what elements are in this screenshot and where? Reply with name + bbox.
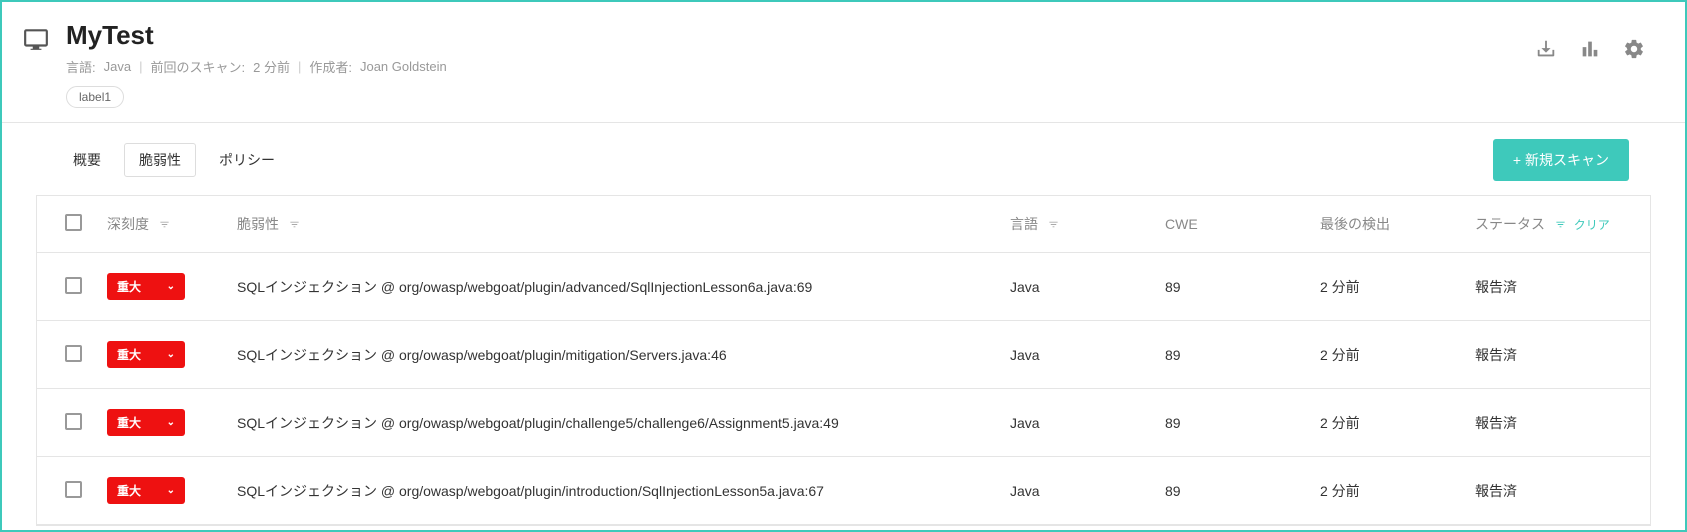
page-title: MyTest (66, 20, 1535, 51)
label-chip[interactable]: label1 (66, 86, 124, 108)
filter-icon[interactable] (1048, 217, 1059, 233)
chart-icon[interactable] (1579, 38, 1601, 65)
severity-text: 重大 (117, 414, 141, 431)
monitor-icon (22, 26, 50, 57)
vuln-cell[interactable]: SQLインジェクション @ org/owasp/webgoat/plugin/i… (227, 457, 1000, 525)
filter-icon[interactable] (1555, 217, 1566, 233)
col-severity[interactable]: 深刻度 (97, 196, 227, 253)
new-scan-button[interactable]: + 新規スキャン (1493, 139, 1629, 181)
status-cell: 報告済 (1465, 253, 1650, 321)
clear-filter-link[interactable]: クリア (1574, 218, 1610, 232)
severity-text: 重大 (117, 346, 141, 363)
gear-icon[interactable] (1623, 38, 1645, 65)
vuln-table-wrap: 深刻度 脆弱性 言語 CWE 最後の検出 ステータス (36, 195, 1651, 526)
tab-policy[interactable]: ポリシー (204, 143, 290, 177)
col-vuln-label: 脆弱性 (237, 216, 279, 232)
filter-icon[interactable] (159, 217, 170, 233)
chevron-down-icon: ⌄ (167, 417, 175, 428)
meta-sep: | (139, 59, 142, 74)
last-cell: 2 分前 (1310, 321, 1465, 389)
meta-sep: | (298, 59, 301, 74)
page-header: MyTest 言語: Java | 前回のスキャン: 2 分前 | 作成者: J… (2, 2, 1685, 122)
meta-lang-value: Java (104, 59, 131, 74)
col-severity-label: 深刻度 (107, 216, 149, 232)
row-checkbox[interactable] (65, 277, 82, 294)
vuln-cell[interactable]: SQLインジェクション @ org/owasp/webgoat/plugin/m… (227, 321, 1000, 389)
filter-icon[interactable] (289, 217, 300, 233)
meta-author-label: 作成者: (309, 57, 352, 76)
severity-text: 重大 (117, 482, 141, 499)
col-cwe[interactable]: CWE (1155, 196, 1310, 253)
label-row: label1 (66, 86, 1535, 108)
header-main: MyTest 言語: Java | 前回のスキャン: 2 分前 | 作成者: J… (66, 20, 1535, 108)
lang-cell: Java (1000, 253, 1155, 321)
col-cwe-label: CWE (1165, 216, 1198, 232)
status-cell: 報告済 (1465, 389, 1650, 457)
header-actions (1535, 38, 1645, 65)
vuln-cell[interactable]: SQLインジェクション @ org/owasp/webgoat/plugin/c… (227, 389, 1000, 457)
vuln-table: 深刻度 脆弱性 言語 CWE 最後の検出 ステータス (37, 196, 1650, 525)
col-last[interactable]: 最後の検出 (1310, 196, 1465, 253)
cwe-cell: 89 (1155, 253, 1310, 321)
last-cell: 2 分前 (1310, 253, 1465, 321)
lang-cell: Java (1000, 457, 1155, 525)
vuln-cell[interactable]: SQLインジェクション @ org/owasp/webgoat/plugin/a… (227, 253, 1000, 321)
cwe-cell: 89 (1155, 321, 1310, 389)
table-row[interactable]: 重大 ⌄ SQLインジェクション @ org/owasp/webgoat/plugi… (37, 389, 1650, 457)
lang-cell: Java (1000, 321, 1155, 389)
row-checkbox[interactable] (65, 413, 82, 430)
table-row[interactable]: 重大 ⌄ SQLインジェクション @ org/owasp/webgoat/plugi… (37, 321, 1650, 389)
chevron-down-icon: ⌄ (167, 349, 175, 360)
tab-vulnerabilities[interactable]: 脆弱性 (124, 143, 196, 177)
severity-badge[interactable]: 重大 ⌄ (107, 341, 185, 368)
meta-line: 言語: Java | 前回のスキャン: 2 分前 | 作成者: Joan Gol… (66, 57, 1535, 76)
severity-badge[interactable]: 重大 ⌄ (107, 273, 185, 300)
chevron-down-icon: ⌄ (167, 485, 175, 496)
table-row[interactable]: 重大 ⌄ SQLインジェクション @ org/owasp/webgoat/plugi… (37, 457, 1650, 525)
row-checkbox[interactable] (65, 345, 82, 362)
last-cell: 2 分前 (1310, 457, 1465, 525)
last-cell: 2 分前 (1310, 389, 1465, 457)
severity-text: 重大 (117, 278, 141, 295)
row-checkbox[interactable] (65, 481, 82, 498)
table-row[interactable]: 重大 ⌄ SQLインジェクション @ org/owasp/webgoat/plugi… (37, 253, 1650, 321)
meta-lang-label: 言語: (66, 57, 96, 76)
status-cell: 報告済 (1465, 321, 1650, 389)
toolbar: 概要 脆弱性 ポリシー + 新規スキャン (2, 123, 1685, 195)
meta-scan-label: 前回のスキャン: (150, 57, 245, 76)
meta-scan-value: 2 分前 (253, 57, 290, 76)
col-lang[interactable]: 言語 (1000, 196, 1155, 253)
tabs: 概要 脆弱性 ポリシー (58, 143, 290, 177)
severity-badge[interactable]: 重大 ⌄ (107, 409, 185, 436)
severity-badge[interactable]: 重大 ⌄ (107, 477, 185, 504)
table-header-row: 深刻度 脆弱性 言語 CWE 最後の検出 ステータス (37, 196, 1650, 253)
col-lang-label: 言語 (1010, 216, 1038, 232)
col-vuln[interactable]: 脆弱性 (227, 196, 1000, 253)
select-all-checkbox[interactable] (65, 214, 82, 231)
download-icon[interactable] (1535, 38, 1557, 65)
status-cell: 報告済 (1465, 457, 1650, 525)
cwe-cell: 89 (1155, 457, 1310, 525)
cwe-cell: 89 (1155, 389, 1310, 457)
lang-cell: Java (1000, 389, 1155, 457)
chevron-down-icon: ⌄ (167, 281, 175, 292)
col-status[interactable]: ステータス クリア (1465, 196, 1650, 253)
col-last-label: 最後の検出 (1320, 216, 1390, 232)
tab-overview[interactable]: 概要 (58, 143, 116, 177)
col-status-label: ステータス (1475, 216, 1545, 232)
meta-author-value: Joan Goldstein (360, 59, 447, 74)
